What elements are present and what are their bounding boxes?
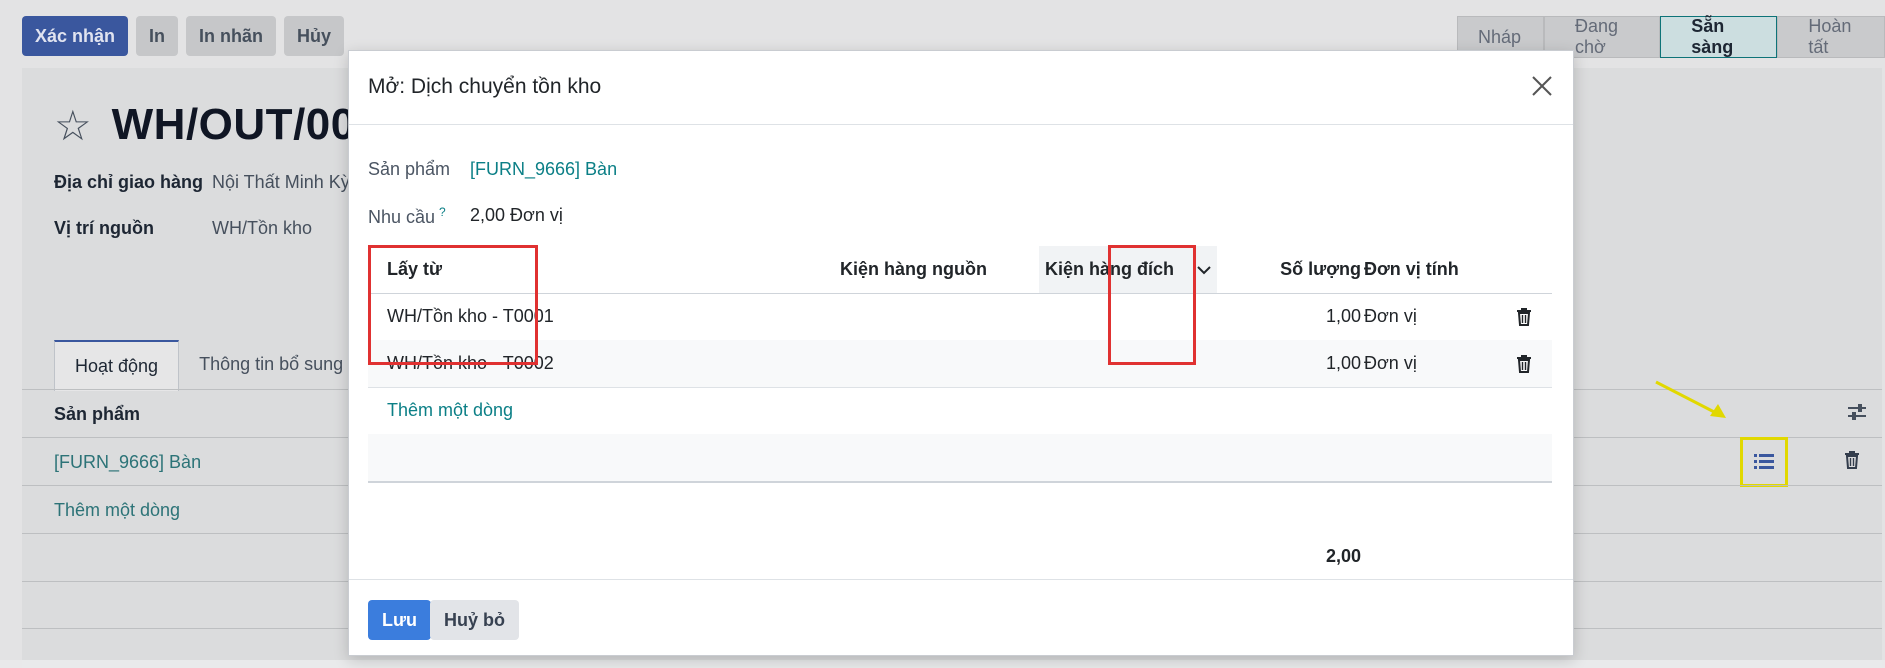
annotation-box-from — [368, 245, 538, 365]
dialog-title: Mở: Dịch chuyển tồn kho — [368, 75, 602, 98]
product-label: Sản phẩm — [368, 159, 451, 179]
product-value-link[interactable]: [FURN_9666] Bàn — [470, 159, 617, 180]
add-line-link[interactable]: Thêm một dòng — [387, 387, 513, 434]
table-header-row: Lấy từ Kiện hàng nguồn Kiện hàng đích Số… — [368, 246, 1552, 294]
close-icon[interactable] — [1529, 73, 1555, 99]
help-tooltip-icon[interactable]: ? — [439, 205, 446, 219]
trash-icon[interactable] — [1516, 293, 1532, 340]
chevron-down-icon[interactable] — [1197, 265, 1211, 275]
annotation-box-quantity — [1108, 245, 1196, 365]
discard-button[interactable]: Huỷ bỏ — [430, 600, 519, 640]
save-button[interactable]: Lưu — [368, 600, 432, 640]
quantity-total: 2,00 — [1325, 546, 1361, 566]
line-uom[interactable]: Đơn vị — [1364, 340, 1417, 387]
dialog-header: Mở: Dịch chuyển tồn kho — [349, 51, 1573, 125]
add-line-row: Thêm một dòng — [368, 387, 1552, 435]
trash-icon[interactable] — [1516, 340, 1532, 387]
table-row[interactable]: WH/Tồn kho - T0001 1,00 Đơn vị — [368, 293, 1552, 341]
demand-value: 2,00 Đơn vị — [470, 205, 563, 225]
product-field: Sản phẩm [FURN_9666] Bàn — [368, 159, 617, 180]
column-header-source-package[interactable]: Kiện hàng nguồn — [840, 246, 987, 293]
dialog-footer: Lưu Huỷ bỏ — [349, 579, 1573, 656]
line-uom[interactable]: Đơn vị — [1364, 293, 1417, 340]
column-header-quantity[interactable]: Số lượng — [1248, 246, 1361, 293]
line-quantity[interactable]: 1,00 — [1248, 293, 1361, 340]
empty-row — [368, 434, 1552, 483]
table-row[interactable]: WH/Tồn kho - T0002 1,00 Đơn vị — [368, 340, 1552, 388]
demand-label: Nhu cầu — [368, 207, 436, 227]
stock-move-dialog: Mở: Dịch chuyển tồn kho Sản phẩm [FURN_9… — [348, 50, 1574, 656]
column-header-uom[interactable]: Đơn vị tính — [1364, 246, 1459, 293]
demand-field: Nhu cầu? 2,00 Đơn vị — [368, 205, 563, 228]
line-quantity[interactable]: 1,00 — [1248, 340, 1361, 387]
